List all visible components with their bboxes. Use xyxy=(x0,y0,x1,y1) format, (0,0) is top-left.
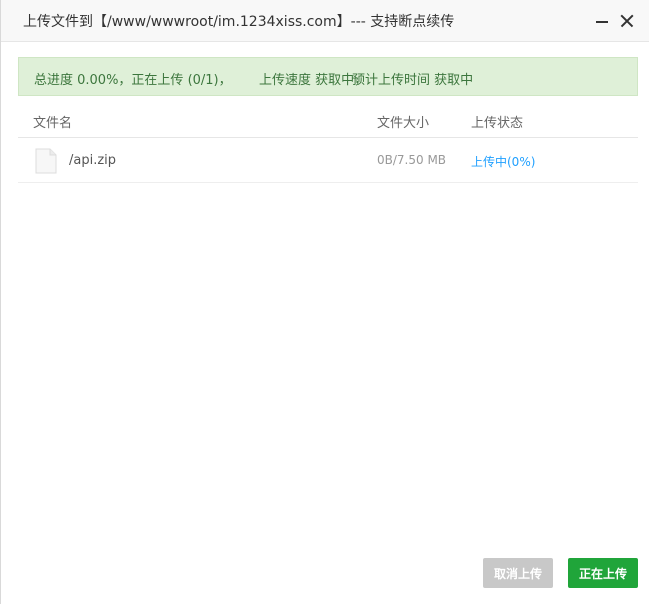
table-row: /api.zip 0B/7.50 MB 上传中(0%) xyxy=(18,138,638,183)
table-header: 文件名 文件大小 上传状态 xyxy=(18,100,638,138)
file-icon xyxy=(35,148,57,174)
file-status: 上传中(0%) xyxy=(471,155,536,169)
eta-text: 预计上传时间 获取中 xyxy=(352,73,474,88)
column-header-filesize: 文件大小 xyxy=(377,116,430,131)
file-size: 0B/7.50 MB xyxy=(377,153,447,167)
close-icon[interactable] xyxy=(618,12,636,30)
cancel-upload-button[interactable]: 取消上传 xyxy=(483,558,553,588)
column-header-filename: 文件名 xyxy=(33,116,73,131)
total-progress-text: 总进度 0.00%，正在上传 (0/1)， xyxy=(34,73,232,88)
title-bar: 上传文件到【/www/wwwroot/im.1234xiss.com】--- 支… xyxy=(1,0,649,42)
progress-banner: 总进度 0.00%，正在上传 (0/1)， 上传速度 获取中， 预计上传时间 获… xyxy=(18,57,638,96)
minimize-icon[interactable] xyxy=(593,12,611,30)
dialog-title: 上传文件到【/www/wwwroot/im.1234xiss.com】--- 支… xyxy=(23,14,455,30)
uploading-button[interactable]: 正在上传 xyxy=(568,558,638,588)
upload-dialog: 上传文件到【/www/wwwroot/im.1234xiss.com】--- 支… xyxy=(0,0,649,604)
file-name: /api.zip xyxy=(69,153,117,168)
upload-speed-text: 上传速度 获取中， xyxy=(259,73,368,88)
column-header-status: 上传状态 xyxy=(471,116,524,131)
